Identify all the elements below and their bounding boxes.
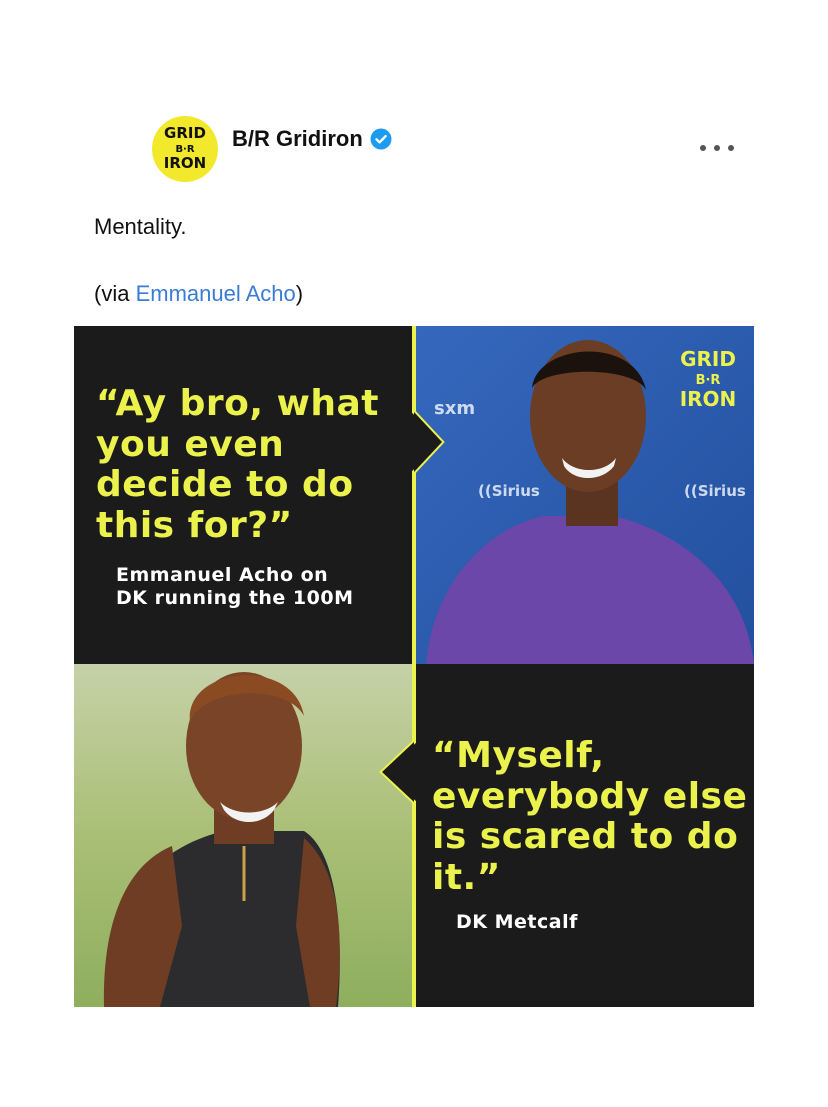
avatar-line-3: IRON bbox=[164, 154, 206, 172]
quote-bottom: “Myself, everybody else is scared to do … bbox=[432, 735, 748, 899]
attribution-bottom: DK Metcalf bbox=[456, 911, 578, 933]
backdrop-brand-2: ((Sirius bbox=[478, 482, 540, 500]
avatar-line-1: GRID bbox=[164, 124, 206, 142]
via-suffix: ) bbox=[295, 281, 304, 306]
quote-top: “Ay bro, what you even decide to do this… bbox=[96, 383, 379, 547]
account-name[interactable]: B/R Gridiron bbox=[232, 126, 363, 152]
post-media-image[interactable]: sxm ((Sirius ((Sirius GRID B·R IRON “Ay … bbox=[74, 326, 754, 1007]
attribution-top-line-1: Emmanuel Acho on bbox=[116, 564, 329, 586]
backdrop-brand-3: ((Sirius bbox=[684, 482, 746, 500]
more-options-icon[interactable] bbox=[700, 138, 734, 158]
watermark-line-3: IRON bbox=[680, 387, 737, 411]
watermark-line-2: B·R bbox=[696, 373, 721, 388]
gridiron-watermark-icon: GRID B·R IRON bbox=[680, 347, 737, 411]
watermark-line-1: GRID bbox=[680, 347, 736, 371]
via-link[interactable]: Emmanuel Acho bbox=[136, 281, 296, 306]
account-avatar[interactable]: GRID B·R IRON bbox=[152, 116, 218, 182]
post-header: GRID B·R IRON B/R Gridiron bbox=[152, 116, 752, 182]
post-via: (via Emmanuel Acho) bbox=[94, 281, 303, 307]
verified-badge-icon bbox=[370, 128, 392, 150]
attribution-top: Emmanuel Acho on DK running the 100M bbox=[116, 564, 376, 610]
backdrop-brand-1: sxm bbox=[434, 398, 475, 419]
attribution-top-line-2: DK running the 100M bbox=[116, 586, 354, 609]
gridiron-logo-icon: GRID B·R IRON bbox=[164, 124, 206, 172]
post-caption: Mentality. bbox=[94, 214, 187, 239]
via-prefix: (via bbox=[94, 281, 136, 306]
account-name-row[interactable]: B/R Gridiron bbox=[232, 126, 392, 152]
